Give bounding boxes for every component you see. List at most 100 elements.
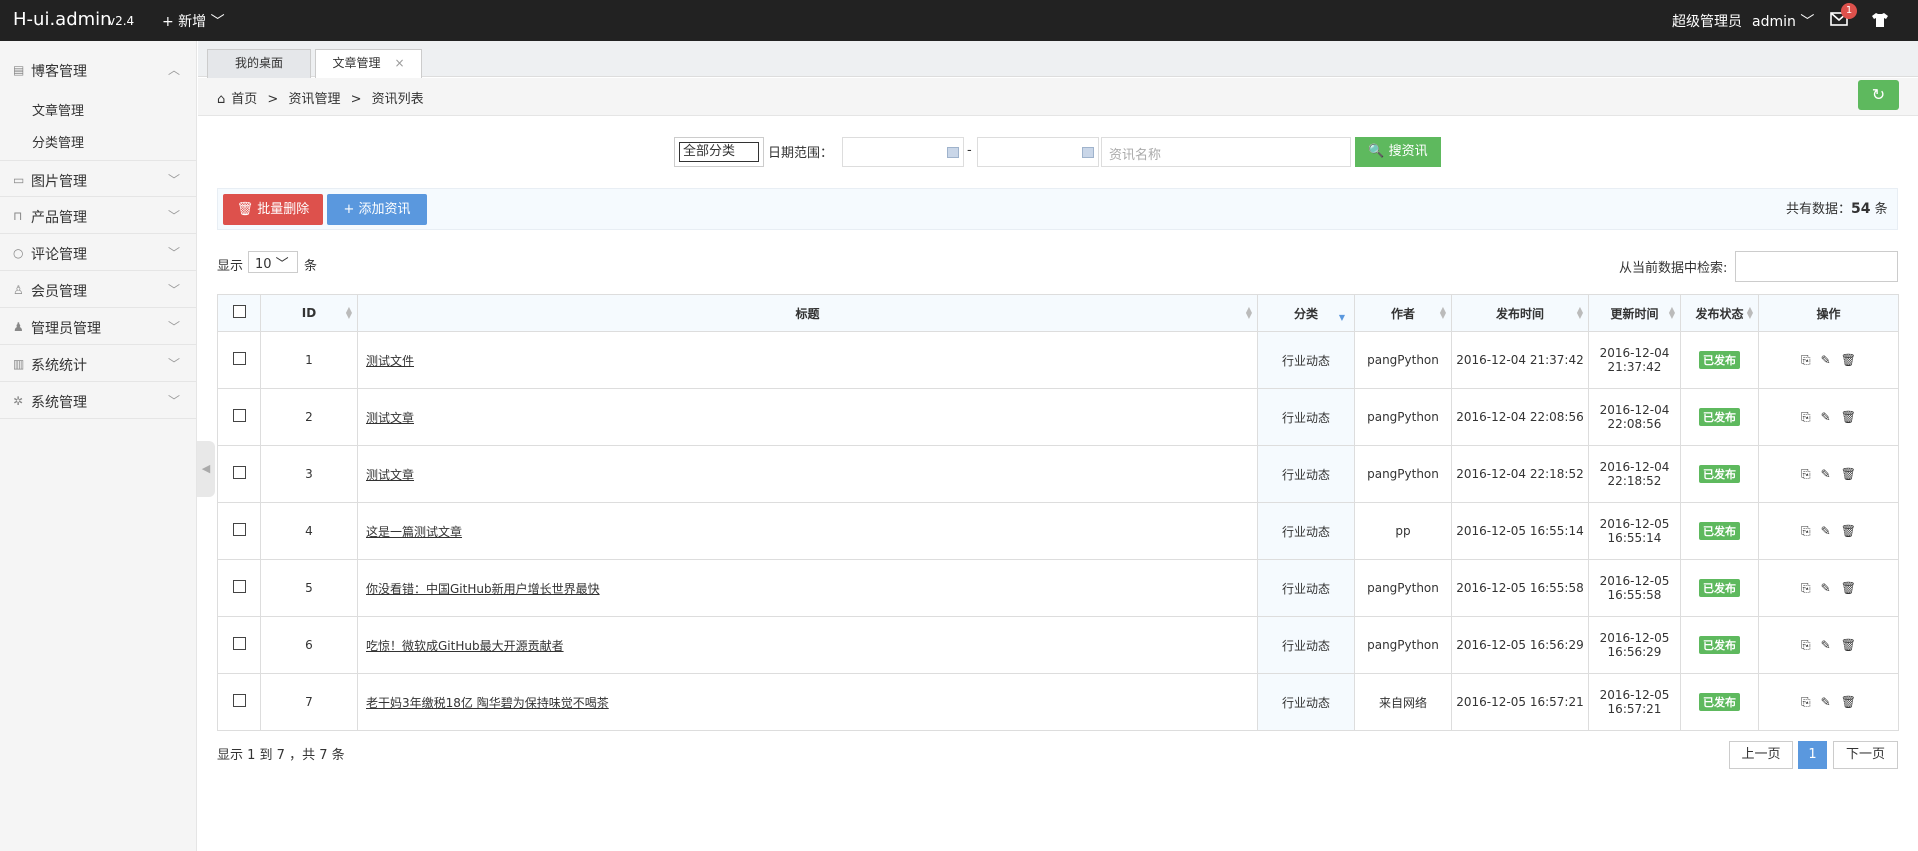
edit-page-icon[interactable]: ⎘ — [1801, 695, 1811, 710]
edit-page-icon[interactable]: ⎘ — [1801, 524, 1811, 539]
refresh-button[interactable]: ↻ — [1858, 80, 1899, 110]
column-header-author[interactable]: 作者 ▲ ▼ — [1354, 294, 1452, 332]
edit-pencil-icon[interactable]: ✎ — [1821, 581, 1831, 595]
date-end-input[interactable] — [977, 137, 1099, 167]
cell-id: 2 — [260, 388, 358, 446]
article-title-link[interactable]: 测试文件 — [366, 354, 414, 368]
filter-input[interactable] — [1735, 251, 1898, 282]
delete-icon[interactable]: 🗑 — [1841, 353, 1856, 367]
column-header-id[interactable]: ID ▲ ▼ — [260, 294, 358, 332]
cell-actions: ⎘ ✎ 🗑 — [1758, 673, 1899, 731]
select-all-checkbox[interactable] — [232, 305, 246, 318]
column-header-actions: 操作 — [1758, 294, 1899, 332]
sidebar-subitem-category[interactable]: 分类管理 — [32, 132, 84, 151]
column-header-update-time[interactable]: 更新时间 ▲ ▼ — [1588, 294, 1681, 332]
sidebar-subitem-article[interactable]: 文章管理 — [32, 100, 84, 119]
edit-page-icon[interactable]: ⎘ — [1801, 353, 1811, 368]
edit-page-icon[interactable]: ⎘ — [1801, 410, 1811, 425]
edit-pencil-icon[interactable]: ✎ — [1821, 410, 1831, 424]
breadcrumb-level2[interactable]: 资讯管理 — [288, 92, 340, 107]
article-title-link[interactable]: 这是一篇测试文章 — [366, 525, 462, 539]
new-menu-button[interactable]: + 新增 ﹀ — [162, 11, 225, 31]
sidebar-collapse-toggle[interactable]: ◀ — [197, 441, 215, 497]
column-header-publish-time[interactable]: 发布时间 ▲ ▼ — [1451, 294, 1589, 332]
prev-page-button[interactable]: 上一页 — [1729, 741, 1793, 769]
skin-shirt-icon[interactable] — [1871, 12, 1889, 28]
delete-icon[interactable]: 🗑 — [1841, 581, 1856, 595]
row-select-cell[interactable] — [217, 388, 261, 446]
delete-icon[interactable]: 🗑 — [1841, 467, 1856, 481]
edit-pencil-icon[interactable]: ✎ — [1821, 638, 1831, 652]
row-checkbox[interactable] — [232, 694, 246, 707]
sidebar-item-admins[interactable]: ♟ 管理员管理 ﹀ — [0, 308, 197, 345]
tab-label: 我的桌面 — [234, 56, 283, 70]
edit-pencil-icon[interactable]: ✎ — [1821, 695, 1831, 709]
logo[interactable]: H-ui.admin — [13, 9, 112, 30]
sidebar-item-products[interactable]: ⊓ 产品管理 ﹀ — [0, 197, 197, 234]
sidebar-item-blog[interactable]: ▤ 博客管理 ︿ — [0, 51, 197, 88]
sidebar-item-comments[interactable]: ○ 评论管理 ﹀ — [0, 234, 197, 271]
edit-pencil-icon[interactable]: ✎ — [1821, 524, 1831, 538]
article-title-link[interactable]: 你没看错：中国GitHub新用户增长世界最快 — [366, 582, 600, 596]
page-size-select[interactable]: 10 ﹀ — [248, 251, 298, 273]
cell-title: 老干妈3年缴税18亿 陶华碧为保持味觉不喝茶 — [357, 673, 1258, 731]
cell-author: pangPython — [1354, 616, 1452, 674]
status-badge: 已发布 — [1699, 579, 1740, 597]
edit-pencil-icon[interactable]: ✎ — [1821, 353, 1831, 367]
column-header-label: 发布状态 — [1695, 306, 1744, 321]
cell-id: 4 — [260, 502, 358, 560]
delete-icon[interactable]: 🗑 — [1841, 695, 1856, 709]
cell-publish-time: 2016-12-04 22:08:56 — [1451, 388, 1589, 446]
article-title-link[interactable]: 测试文章 — [366, 468, 414, 482]
column-header-title[interactable]: 标题 ▲ ▼ — [357, 294, 1258, 332]
row-select-cell[interactable] — [217, 502, 261, 560]
row-checkbox[interactable] — [232, 466, 246, 479]
edit-pencil-icon[interactable]: ✎ — [1821, 467, 1831, 481]
edit-page-icon[interactable]: ⎘ — [1801, 581, 1811, 596]
row-checkbox[interactable] — [232, 523, 246, 536]
news-name-input[interactable]: 资讯名称 — [1101, 137, 1351, 167]
sidebar-item-stats[interactable]: ▥ 系统统计 ﹀ — [0, 345, 197, 382]
row-select-cell[interactable] — [217, 331, 261, 389]
row-checkbox[interactable] — [232, 352, 246, 365]
delete-icon[interactable]: 🗑 — [1841, 638, 1856, 652]
cell-author: 来自网络 — [1354, 673, 1452, 731]
tab-article-manage[interactable]: 文章管理 × — [315, 49, 422, 78]
row-select-cell[interactable] — [217, 673, 261, 731]
delete-icon[interactable]: 🗑 — [1841, 410, 1856, 424]
row-select-cell[interactable] — [217, 559, 261, 617]
update-clock: 16:56:29 — [1607, 645, 1662, 659]
book-icon: ▤ — [13, 63, 25, 77]
select-all-cell[interactable] — [217, 294, 261, 332]
user-menu-button[interactable]: admin ﹀ — [1752, 11, 1814, 31]
article-title-link[interactable]: 老干妈3年缴税18亿 陶华碧为保持味觉不喝茶 — [366, 696, 609, 710]
delete-icon[interactable]: 🗑 — [1841, 524, 1856, 538]
row-select-cell[interactable] — [217, 445, 261, 503]
batch-delete-button[interactable]: 🗑 批量删除 — [223, 194, 323, 225]
row-select-cell[interactable] — [217, 616, 261, 674]
breadcrumb-home[interactable]: 首页 — [231, 92, 257, 107]
search-news-button[interactable]: 🔍 搜资讯 — [1355, 137, 1441, 167]
edit-page-icon[interactable]: ⎘ — [1801, 467, 1811, 482]
date-start-input[interactable] — [842, 137, 964, 167]
next-page-button[interactable]: 下一页 — [1833, 741, 1898, 769]
row-checkbox[interactable] — [232, 409, 246, 422]
tab-label: 文章管理 — [332, 56, 381, 70]
top-navbar: H-ui.admin v2.4 + 新增 ﹀ 超级管理员 admin ﹀ 1 — [0, 0, 1918, 41]
sidebar-item-system[interactable]: ✲ 系统管理 ﹀ — [0, 382, 197, 419]
column-header-status[interactable]: 发布状态 ▲ ▼ — [1680, 294, 1759, 332]
tab-desktop[interactable]: 我的桌面 — [207, 49, 311, 78]
row-checkbox[interactable] — [232, 637, 246, 650]
column-header-category[interactable]: 分类 ▼ — [1257, 294, 1355, 332]
page-1-button[interactable]: 1 — [1798, 741, 1827, 769]
article-title-link[interactable]: 测试文章 — [366, 411, 414, 425]
article-title-link[interactable]: 吃惊！微软成GitHub最大开源贡献者 — [366, 639, 564, 653]
category-select[interactable]: 全部分类 — [674, 137, 764, 167]
row-checkbox[interactable] — [232, 580, 246, 593]
add-news-button[interactable]: + 添加资讯 — [327, 194, 427, 225]
sidebar-item-images[interactable]: ▭ 图片管理 ﹀ — [0, 160, 197, 197]
edit-page-icon[interactable]: ⎘ — [1801, 638, 1811, 653]
close-icon[interactable]: × — [394, 56, 404, 70]
sidebar-item-members[interactable]: ♙ 会员管理 ﹀ — [0, 271, 197, 308]
chevron-up-icon: ︿ — [168, 63, 181, 77]
